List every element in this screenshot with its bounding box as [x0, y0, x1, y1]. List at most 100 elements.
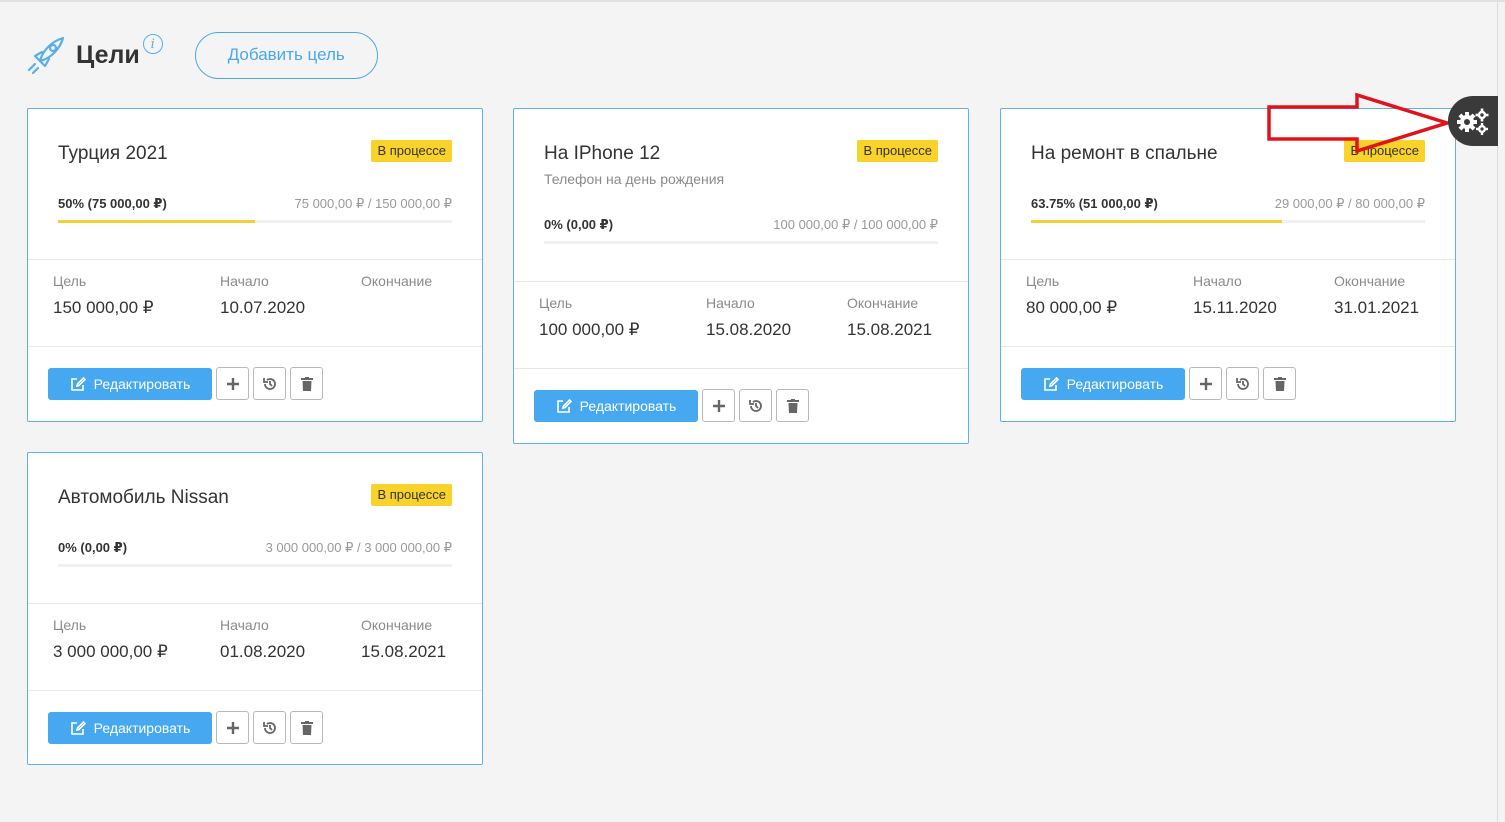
edit-button[interactable]: Редактировать	[1021, 367, 1185, 400]
goal-amount: 150 000,00 ₽	[53, 298, 154, 317]
plus-icon	[1199, 377, 1212, 390]
goal-actions: Редактировать	[1001, 347, 1455, 420]
progress-amounts: 100 000,00 ₽ / 100 000,00 ₽	[773, 217, 938, 232]
status-badge: В процессе	[857, 140, 938, 162]
history-icon	[1235, 377, 1249, 390]
top-border	[0, 0, 1505, 2]
goal-card: Турция 2021 В процессе 50% (75 000,00 ₽)…	[27, 108, 483, 422]
start-date: 15.08.2020	[706, 320, 792, 339]
progress-percent: 63.75% (51 000,00 ₽)	[1031, 196, 1158, 211]
end-label: Окончание	[1334, 273, 1406, 289]
add-funds-button[interactable]	[216, 367, 249, 400]
start-label: Начало	[1193, 273, 1242, 289]
progress-percent: 0% (0,00 ₽)	[544, 217, 614, 232]
page-title: Цели	[76, 40, 140, 69]
progress-bar	[544, 241, 938, 244]
goal-amount: 3 000 000,00 ₽	[53, 642, 168, 661]
start-label: Начало	[220, 273, 269, 289]
plus-icon	[226, 721, 239, 734]
page-header: Цели i Добавить цель	[24, 30, 378, 80]
plus-icon	[712, 399, 725, 412]
edit-button[interactable]: Редактировать	[48, 367, 212, 400]
info-icon[interactable]: i	[142, 34, 163, 54]
trash-icon	[300, 376, 313, 391]
rocket-icon	[24, 33, 68, 77]
end-date: 15.08.2021	[847, 320, 933, 339]
end-date: 31.01.2021	[1334, 298, 1420, 317]
progress-fill	[1031, 220, 1283, 223]
edit-button-label: Редактировать	[579, 397, 677, 414]
gears-icon	[1457, 108, 1489, 135]
goal-label: Цель	[539, 295, 573, 311]
goal-details: Цель 3 000 000,00 ₽ Начало 01.08.2020 Ок…	[28, 604, 482, 690]
history-button[interactable]	[739, 389, 772, 422]
history-button[interactable]	[1226, 367, 1259, 400]
edit-icon	[1043, 376, 1059, 391]
progress-amounts: 3 000 000,00 ₽ / 3 000 000,00 ₽	[265, 540, 452, 555]
edit-button-label: Редактировать	[1066, 375, 1164, 392]
edit-icon	[556, 398, 572, 413]
red-arrow-icon	[1267, 92, 1451, 154]
add-funds-button[interactable]	[216, 711, 249, 744]
goal-actions: Редактировать	[28, 691, 482, 764]
goal-details: Цель 100 000,00 ₽ Начало 15.08.2020 Окон…	[514, 282, 968, 368]
settings-tab[interactable]	[1448, 96, 1498, 146]
progress-bar	[1031, 220, 1425, 223]
goal-label: Цель	[1026, 273, 1060, 289]
progress-bar	[58, 220, 452, 223]
edit-icon	[70, 376, 86, 391]
progress-amounts: 75 000,00 ₽ / 150 000,00 ₽	[294, 196, 453, 211]
goal-label: Цель	[53, 617, 87, 633]
goal-card-header: Турция 2021 В процессе 50% (75 000,00 ₽)…	[28, 109, 482, 259]
progress-percent: 0% (0,00 ₽)	[58, 540, 128, 555]
status-badge: В процессе	[371, 484, 452, 506]
goal-card-header: На IPhone 12 Телефон на день рождения В …	[514, 109, 968, 281]
progress-bar	[58, 564, 452, 567]
goal-card: Автомобиль Nissan В процессе 0% (0,00 ₽)…	[27, 452, 483, 765]
goal-actions: Редактировать	[514, 369, 968, 442]
goal-actions: Редактировать	[28, 347, 482, 420]
goal-label: Цель	[53, 273, 87, 289]
goal-description: Телефон на день рождения	[544, 171, 725, 187]
progress-fill	[58, 220, 255, 223]
goal-card-header: Автомобиль Nissan В процессе 0% (0,00 ₽)…	[28, 453, 482, 603]
start-label: Начало	[220, 617, 269, 633]
history-icon	[748, 399, 762, 412]
trash-icon	[300, 720, 313, 735]
history-icon	[262, 377, 276, 390]
delete-button[interactable]	[1263, 367, 1296, 400]
edit-icon	[70, 720, 86, 735]
goal-details: Цель 150 000,00 ₽ Начало 10.07.2020 Окон…	[28, 260, 482, 346]
end-label: Окончание	[361, 617, 433, 633]
end-label: Окончание	[361, 273, 433, 289]
edit-button-label: Редактировать	[93, 375, 191, 392]
end-label: Окончание	[847, 295, 919, 311]
end-date: 15.08.2021	[361, 642, 447, 661]
start-label: Начало	[706, 295, 755, 311]
edit-button[interactable]: Редактировать	[48, 711, 212, 744]
progress-percent: 50% (75 000,00 ₽)	[58, 196, 167, 211]
add-funds-button[interactable]	[702, 389, 735, 422]
start-date: 01.08.2020	[220, 642, 306, 661]
delete-button[interactable]	[290, 367, 323, 400]
status-badge: В процессе	[371, 140, 452, 162]
delete-button[interactable]	[776, 389, 809, 422]
delete-button[interactable]	[290, 711, 323, 744]
edit-button-label: Редактировать	[93, 719, 191, 736]
edit-button[interactable]: Редактировать	[534, 389, 698, 422]
goal-amount: 100 000,00 ₽	[539, 320, 640, 339]
progress-amounts: 29 000,00 ₽ / 80 000,00 ₽	[1274, 196, 1425, 211]
trash-icon	[1273, 376, 1286, 391]
history-button[interactable]	[253, 367, 286, 400]
plus-icon	[226, 377, 239, 390]
start-date: 10.07.2020	[220, 298, 306, 317]
history-icon	[262, 721, 276, 734]
trash-icon	[786, 398, 799, 413]
add-funds-button[interactable]	[1189, 367, 1222, 400]
goal-details: Цель 80 000,00 ₽ Начало 15.11.2020 Оконч…	[1001, 260, 1455, 346]
history-button[interactable]	[253, 711, 286, 744]
goal-card: На IPhone 12 Телефон на день рождения В …	[513, 108, 969, 444]
start-date: 15.11.2020	[1193, 298, 1277, 317]
goal-amount: 80 000,00 ₽	[1026, 298, 1118, 317]
add-goal-button[interactable]: Добавить цель	[194, 31, 378, 79]
